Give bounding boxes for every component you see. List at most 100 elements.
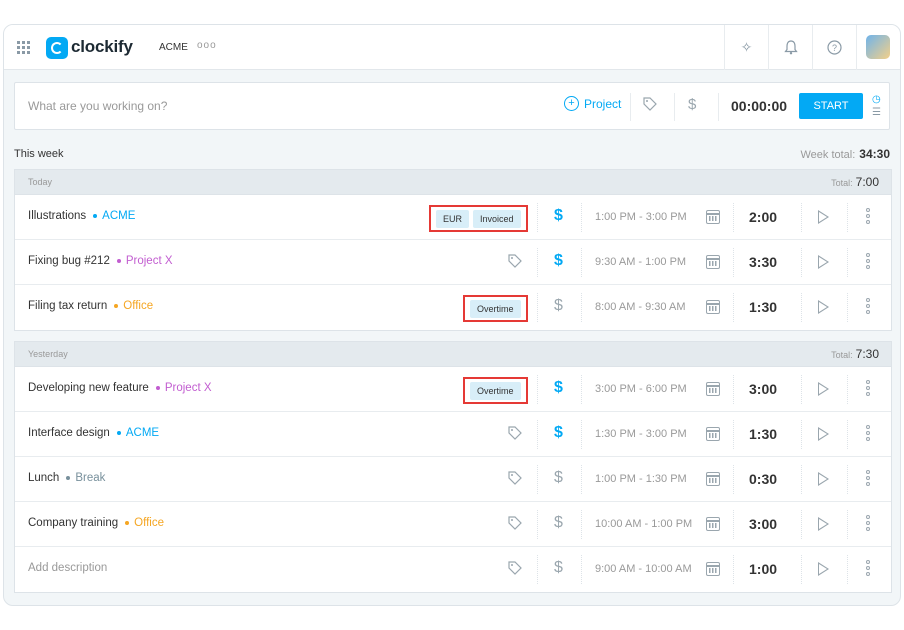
play-icon[interactable]	[818, 427, 829, 441]
entry-tags-highlight[interactable]: Overtime	[463, 295, 528, 322]
list-mode-icon[interactable]: ☰	[872, 106, 881, 119]
entry-description-placeholder[interactable]: Add description	[28, 562, 107, 574]
entry-description[interactable]: Developing new feature	[28, 382, 149, 394]
entry-tags-highlight[interactable]: Overtime	[463, 377, 528, 404]
entry-time-range[interactable]: 10:00 AM - 1:00 PM	[595, 518, 692, 530]
more-options-icon[interactable]	[865, 298, 871, 314]
description-input[interactable]: What are you working on?	[28, 99, 167, 113]
billable-dollar-icon[interactable]: $	[554, 379, 563, 397]
calendar-icon[interactable]	[706, 210, 720, 224]
clock-mode-icon[interactable]: ◷	[872, 93, 881, 106]
time-entry-row[interactable]: Add description $ 9:00 AM - 10:00 AM 1:0…	[15, 547, 891, 592]
entry-description[interactable]: Lunch	[28, 472, 59, 484]
calendar-icon[interactable]	[706, 517, 720, 531]
entry-time-range[interactable]: 9:00 AM - 10:00 AM	[595, 563, 692, 575]
tag-icon[interactable]	[508, 254, 522, 271]
entry-time-range[interactable]: 8:00 AM - 9:30 AM	[595, 301, 686, 313]
start-button[interactable]: START	[799, 93, 863, 119]
tag-icon[interactable]	[508, 561, 522, 578]
entry-description[interactable]: Filing tax return	[28, 300, 107, 312]
entry-project[interactable]: Project X	[116, 255, 173, 267]
entry-description-cell[interactable]: Fixing bug #212 Project X	[28, 255, 173, 267]
time-entry-row[interactable]: Lunch Break $ 1:00 PM - 1:30 PM 0:30	[15, 457, 891, 502]
play-icon[interactable]	[818, 300, 829, 314]
entry-time-range[interactable]: 3:00 PM - 6:00 PM	[595, 383, 687, 395]
more-options-icon[interactable]	[865, 515, 871, 531]
tag-chip[interactable]: EUR	[436, 209, 470, 228]
more-options-icon[interactable]	[865, 253, 871, 269]
tag-icon[interactable]	[508, 471, 522, 488]
billable-dollar-icon[interactable]: $	[554, 252, 563, 270]
calendar-icon[interactable]	[706, 562, 720, 576]
calendar-icon[interactable]	[706, 472, 720, 486]
play-icon[interactable]	[818, 255, 829, 269]
entry-time-range[interactable]: 1:00 PM - 3:00 PM	[595, 211, 687, 223]
entry-description-cell[interactable]: Lunch Break	[28, 472, 105, 484]
entry-project[interactable]: ACME	[93, 210, 135, 222]
more-options-icon[interactable]	[865, 425, 871, 441]
play-icon[interactable]	[818, 210, 829, 224]
entry-duration[interactable]: 1:00	[749, 561, 777, 577]
billable-dollar-icon[interactable]: $	[554, 207, 563, 225]
entry-duration[interactable]: 3:00	[749, 516, 777, 532]
more-options-icon[interactable]	[865, 208, 871, 224]
play-icon[interactable]	[818, 562, 829, 576]
billable-dollar-icon[interactable]: $	[554, 424, 563, 442]
entry-description-cell[interactable]: Interface design ACME	[28, 427, 159, 439]
project-button[interactable]: + Project	[564, 96, 621, 111]
entry-duration[interactable]: 1:30	[749, 426, 777, 442]
entry-duration[interactable]: 1:30	[749, 299, 777, 315]
time-entry-row[interactable]: Interface design ACME $ 1:30 PM - 3:00 P…	[15, 412, 891, 457]
entry-time-range[interactable]: 1:30 PM - 3:00 PM	[595, 428, 687, 440]
tag-icon[interactable]	[508, 516, 522, 533]
more-options-icon[interactable]	[865, 380, 871, 396]
tag-icon[interactable]	[508, 426, 522, 443]
tag-chip[interactable]: Overtime	[470, 381, 521, 400]
play-icon[interactable]	[818, 382, 829, 396]
entry-description[interactable]: Fixing bug #212	[28, 255, 110, 267]
non-billable-dollar-icon[interactable]: $	[554, 469, 563, 487]
non-billable-dollar-icon[interactable]: $	[554, 297, 563, 315]
clockify-logo-icon[interactable]	[46, 37, 68, 59]
entry-description[interactable]: Company training	[28, 517, 118, 529]
entry-description[interactable]: Interface design	[28, 427, 110, 439]
time-entry-row[interactable]: Developing new feature Project X Overtim…	[15, 367, 891, 412]
entry-description-cell[interactable]: Developing new feature Project X	[28, 382, 212, 394]
entry-time-range[interactable]: 1:00 PM - 1:30 PM	[595, 473, 687, 485]
tag-chip[interactable]: Overtime	[470, 299, 521, 318]
entry-description-cell[interactable]: Company training Office	[28, 517, 164, 529]
entry-duration[interactable]: 3:30	[749, 254, 777, 270]
play-icon[interactable]	[818, 517, 829, 531]
calendar-icon[interactable]	[706, 255, 720, 269]
apps-grid-icon[interactable]	[17, 41, 30, 54]
extension-icon[interactable]: ✧	[724, 25, 768, 70]
entry-tags-highlight[interactable]: EUR Invoiced	[429, 205, 528, 232]
non-billable-dollar-icon[interactable]: $	[554, 514, 563, 532]
non-billable-dollar-icon[interactable]: $	[554, 559, 563, 577]
timer-mode-toggle[interactable]: ◷ ☰	[872, 93, 881, 119]
billable-dollar-icon[interactable]: $	[688, 96, 696, 113]
time-entry-row[interactable]: Illustrations ACME EUR Invoiced $ 1:00 P…	[15, 195, 891, 240]
entry-project[interactable]: Break	[66, 472, 105, 484]
help-icon[interactable]: ?	[812, 25, 856, 70]
workspace-name[interactable]: ACME	[159, 42, 188, 53]
entry-project[interactable]: Office	[125, 517, 164, 529]
workspace-menu-icon[interactable]: ooo	[197, 40, 217, 51]
entry-description-cell[interactable]: Filing tax return Office	[28, 300, 153, 312]
time-entry-row[interactable]: Filing tax return Office Overtime $ 8:00…	[15, 285, 891, 330]
more-options-icon[interactable]	[865, 470, 871, 486]
time-entry-row[interactable]: Fixing bug #212 Project X $ 9:30 AM - 1:…	[15, 240, 891, 285]
entry-duration[interactable]: 3:00	[749, 381, 777, 397]
entry-project[interactable]: Project X	[155, 382, 212, 394]
avatar[interactable]	[866, 35, 890, 59]
calendar-icon[interactable]	[706, 382, 720, 396]
entry-duration[interactable]: 2:00	[749, 209, 777, 225]
tag-icon[interactable]	[643, 97, 657, 114]
entry-description-cell[interactable]: Add description	[28, 562, 107, 574]
logo-text[interactable]: clockify	[71, 37, 133, 57]
time-entry-row[interactable]: Company training Office $ 10:00 AM - 1:0…	[15, 502, 891, 547]
play-icon[interactable]	[818, 472, 829, 486]
calendar-icon[interactable]	[706, 427, 720, 441]
bell-icon[interactable]	[768, 25, 812, 70]
entry-project[interactable]: ACME	[116, 427, 159, 439]
